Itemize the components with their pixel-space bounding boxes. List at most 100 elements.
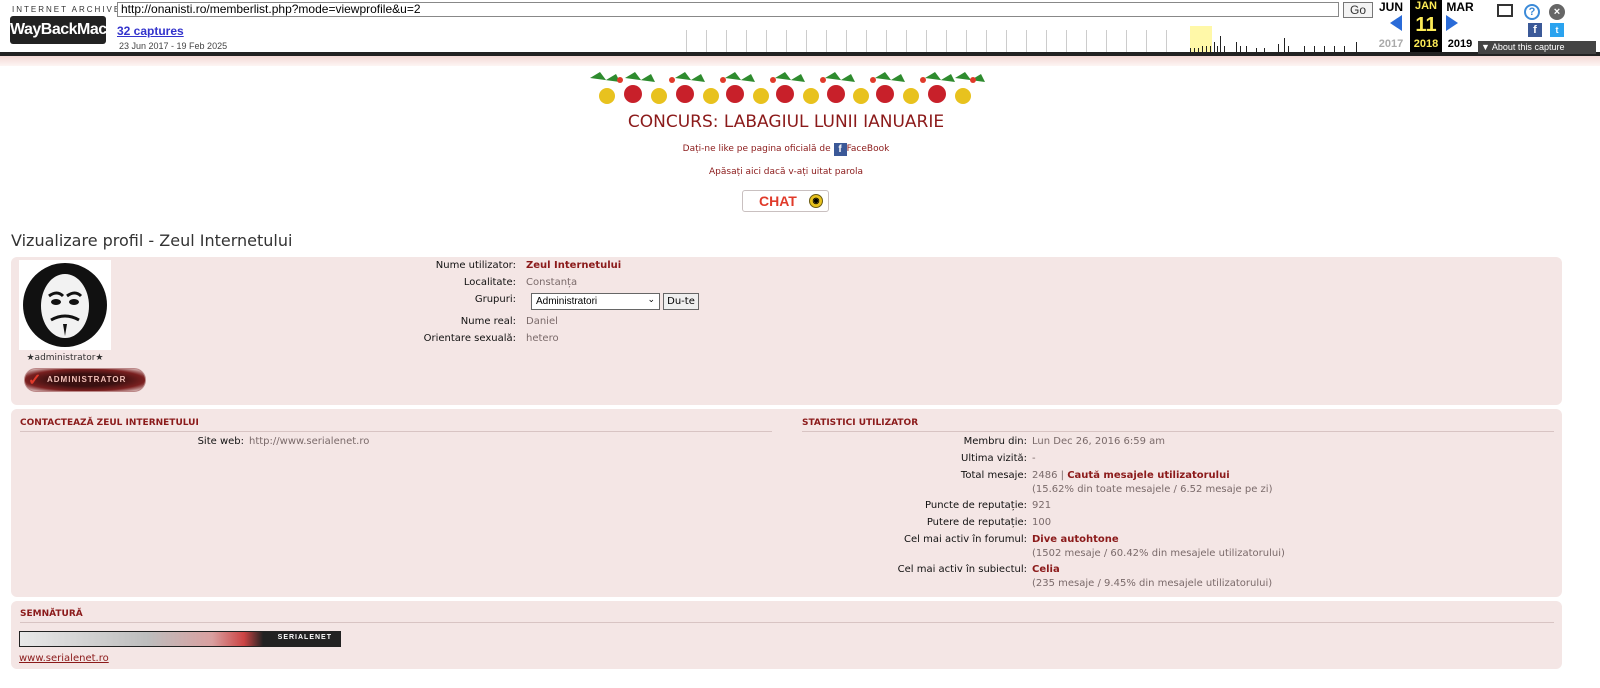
signature-banner[interactable]: SERIALENET: [19, 631, 341, 647]
signature-link[interactable]: www.serialenet.ro: [19, 653, 109, 664]
contact-stats-panel: CONTACTEAZĂ ZEUL INTERNETULUI Site web: …: [11, 409, 1562, 597]
sparkline-tick: [866, 30, 867, 52]
wayback-toolbar: INTERNET ARCHIVE WayBackMachine http://o…: [0, 0, 1600, 56]
sparkline-bar: [1210, 46, 1211, 52]
active-forum-link[interactable]: Dive autohtone: [1032, 534, 1119, 545]
facebook-icon[interactable]: f: [833, 143, 847, 156]
sparkline-tick: [1146, 30, 1147, 52]
twitter-share-icon[interactable]: t: [1550, 23, 1564, 37]
close-icon[interactable]: ×: [1549, 4, 1565, 20]
sparkline-tick: [706, 30, 707, 52]
like-prefix: Dați-ne like pe pagina oficială de: [682, 144, 831, 154]
chevron-down-icon: ⌄: [647, 295, 655, 305]
prev-capture-arrow-icon[interactable]: [1390, 15, 1402, 31]
sparkline-bar: [1224, 46, 1225, 52]
prev-month[interactable]: JUN: [1378, 0, 1404, 14]
location-value: Constanța: [526, 277, 578, 288]
field-label: Orientare sexuală:: [423, 333, 516, 344]
sparkline-tick: [826, 30, 827, 52]
prev-year[interactable]: 2017: [1376, 38, 1406, 50]
stat-label: Putere de reputație:: [926, 517, 1027, 528]
sparkline-tick: [806, 30, 807, 52]
sparkline-tick: [726, 30, 727, 52]
sparkline-bar: [1334, 46, 1335, 52]
field-label: Nume utilizator:: [435, 260, 516, 271]
sparkline-bar: [1198, 48, 1199, 52]
member-since-value: Lun Dec 26, 2016 6:59 am: [1032, 436, 1165, 447]
last-visit-value: -: [1032, 453, 1036, 464]
sparkline-bar: [1214, 42, 1215, 52]
sparkline-bar: [1284, 38, 1285, 52]
total-posts-count: 2486: [1032, 470, 1058, 481]
rank-title: ★administrator★: [26, 353, 104, 363]
next-year[interactable]: 2019: [1444, 38, 1476, 50]
wayback-logo[interactable]: WayBackMachine: [10, 16, 138, 44]
sparkline-bar: [1206, 46, 1207, 52]
sparkline-tick: [786, 30, 787, 52]
groups-select[interactable]: Administratori ⌄: [531, 293, 660, 310]
sparkline-tick: [966, 30, 967, 52]
sparkline-tick: [1006, 30, 1007, 52]
current-month: JAN: [1414, 0, 1437, 12]
sparkline-bar: [1246, 46, 1247, 52]
stat-label: Puncte de reputație:: [925, 500, 1027, 511]
sparkline-tick: [1106, 30, 1107, 52]
sparkline-tick: [1066, 30, 1067, 52]
sparkline-bar: [1304, 46, 1305, 52]
website-link[interactable]: http://www.serialenet.ro: [249, 436, 369, 447]
facebook-share-icon[interactable]: f: [1528, 23, 1542, 37]
forgot-password-link[interactable]: Apăsați aici dacă v-ați uitat parola: [0, 167, 1572, 177]
toolbar-shadow: [0, 56, 1600, 66]
sparkline-tick: [1046, 30, 1047, 52]
sparkline-tick: [1126, 30, 1127, 52]
captures-link[interactable]: 32 captures: [117, 24, 184, 38]
sparkline-tick: [846, 30, 847, 52]
orientation-value: hetero: [526, 333, 559, 344]
stat-label: Total mesaje:: [960, 470, 1027, 481]
capture-date-range: 23 Jun 2017 - 19 Feb 2025: [119, 41, 228, 51]
go-to-group-button[interactable]: Du-te: [663, 293, 699, 310]
next-capture-arrow-icon[interactable]: [1446, 15, 1458, 31]
page-title: Vizualizare profil - Zeul Internetului: [11, 231, 293, 250]
active-forum-detail: (1502 mesaje / 60.42% din mesajele utili…: [1032, 548, 1285, 559]
stat-label: Ultima vizită:: [961, 453, 1027, 464]
sparkline-bar: [1240, 46, 1241, 52]
next-month[interactable]: MAR: [1445, 0, 1475, 14]
stat-label: Membru din:: [963, 436, 1027, 447]
sparkline-tick: [1086, 30, 1087, 52]
sparkline-bar: [1236, 42, 1237, 52]
contest-banner[interactable]: CONCURS: LABAGIUL LUNII IANUARIE: [0, 112, 1572, 132]
christmas-garland-icon: [590, 72, 985, 104]
sparkline-bar: [1278, 44, 1279, 52]
wayback-go-button[interactable]: Go: [1343, 2, 1373, 18]
help-icon[interactable]: ?: [1524, 4, 1540, 20]
separator: |: [1060, 470, 1065, 481]
window-icon[interactable]: [1497, 4, 1513, 17]
wayback-url-input[interactable]: http://onanisti.ro/memberlist.php?mode=v…: [117, 2, 1339, 17]
profile-panel: ★administrator★ ✓ ADMINISTRATOR Nume uti…: [11, 257, 1562, 405]
about-capture-button[interactable]: ▼ About this capture: [1478, 41, 1596, 54]
active-topic-detail: (235 mesaje / 9.45% din mesajele utiliza…: [1032, 578, 1273, 589]
sparkline-tick: [886, 30, 887, 52]
capture-sparkline[interactable]: [680, 26, 1370, 52]
current-capture: JAN 11 2018: [1410, 0, 1442, 52]
search-user-posts-link[interactable]: Caută mesajele utilizatorului: [1067, 470, 1229, 481]
sparkline-tick: [906, 30, 907, 52]
sparkline-bar: [1202, 46, 1203, 52]
rep-points-value: 921: [1032, 500, 1052, 511]
sparkline-tick: [766, 30, 767, 52]
active-topic-link[interactable]: Celia: [1032, 564, 1060, 575]
sparkline-tick: [926, 30, 927, 52]
chat-button[interactable]: CHAT ◉: [742, 190, 829, 212]
sparkline-bar: [1194, 48, 1195, 52]
sparkline-tick: [986, 30, 987, 52]
total-posts-detail: (15.62% din toate mesajele / 6.52 mesaje…: [1032, 484, 1273, 495]
total-posts-value: 2486 | Caută mesajele utilizatorului: [1032, 470, 1230, 481]
stats-heading: STATISTICI UTILIZATOR: [802, 418, 1554, 432]
sparkline-bar: [1288, 46, 1289, 52]
facebook-link[interactable]: FaceBook: [847, 144, 890, 154]
field-label: Nume real:: [460, 316, 516, 327]
avatar: [19, 260, 111, 350]
stat-label: Cel mai activ în forumul:: [904, 534, 1027, 545]
sparkline-bar: [1344, 46, 1345, 52]
